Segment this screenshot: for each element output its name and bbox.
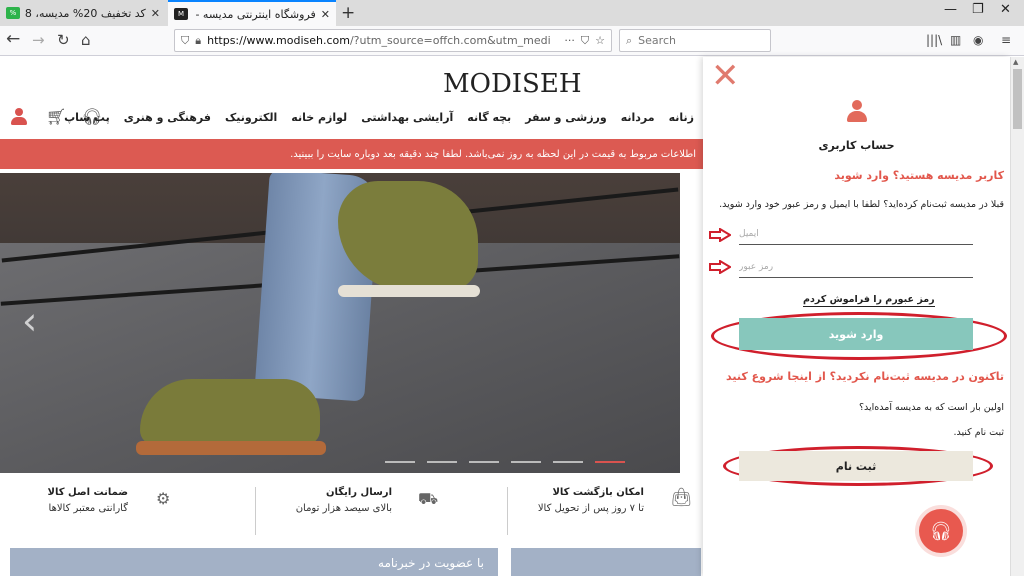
sidebar-icon[interactable]: ▥ xyxy=(950,33,961,47)
hero-shoe-sole xyxy=(338,285,480,297)
headset-icon: 🎧︎ xyxy=(929,520,953,542)
register-button[interactable]: ثبت نام xyxy=(739,451,973,481)
slider-dot[interactable] xyxy=(385,461,415,463)
modiseh-favicon-icon: M xyxy=(174,8,188,20)
register-question: اولین بار است که به مدیسه آمده‌اید؟ xyxy=(858,402,1004,413)
new-tab-button[interactable]: + xyxy=(341,3,355,23)
menu-item[interactable]: الکترونیک xyxy=(225,111,277,124)
truck-icon: ⛟ xyxy=(418,489,439,508)
feature-title: امکان بازگشت کالا xyxy=(552,487,644,498)
login-heading: کاربر مدیسه هستید؟ وارد شوید xyxy=(834,169,1004,182)
tab-title: کد تخفیف 20% مدیسه، 48 ساعت xyxy=(25,6,146,20)
account-icon[interactable]: ◉ xyxy=(973,33,983,47)
pocket-icon[interactable]: ⛉ xyxy=(581,34,589,48)
forward-button[interactable]: → xyxy=(32,31,45,49)
tab-title: فروشگاه اینترنتی مدیسه - لباس، ... xyxy=(193,7,316,21)
search-box[interactable]: ⌕ Search xyxy=(619,29,771,52)
close-icon[interactable]: ✕ xyxy=(711,59,740,93)
forgot-password-link[interactable]: رمز عبورم را فراموش کردم xyxy=(803,294,935,307)
slider-dot-active[interactable] xyxy=(595,461,625,463)
scroll-up-icon[interactable]: ▲ xyxy=(1013,58,1018,66)
address-bar[interactable]: ⛉ 🔒︎ https://www.modiseh.com/?utm_source… xyxy=(174,29,612,52)
red-arrow-annotation-icon xyxy=(709,228,731,242)
register-hint: ثبت نام کنید. xyxy=(953,427,1004,438)
menu-item[interactable]: ورزشی و سفر xyxy=(525,111,607,124)
email-input[interactable] xyxy=(739,223,973,245)
login-description: قبلا در مدیسه ثبت‌نام کرده‌اید؟ لطفا با … xyxy=(719,199,1004,210)
chat-support-button[interactable]: 🎧︎ xyxy=(919,509,963,553)
bag-icon: 👜︎ xyxy=(670,487,693,508)
slider-dots xyxy=(385,461,625,463)
category-menu: زنانه مردانه ورزشی و سفر بچه گانه آرایشی… xyxy=(64,111,694,124)
bookmark-star-icon[interactable]: ☆ xyxy=(595,34,605,47)
divider xyxy=(507,487,508,535)
home-button[interactable]: ⌂ xyxy=(81,31,91,49)
promo-banner[interactable] xyxy=(511,548,701,576)
feature-return: امکان بازگشت کالا تا ۷ روز پس از تحویل ک… xyxy=(538,487,644,514)
close-icon[interactable]: ✕ xyxy=(151,7,160,20)
slider-dot[interactable] xyxy=(427,461,457,463)
price-alert-bar: اطلاعات مربوط به قیمت در این لحظه به روز… xyxy=(0,139,712,169)
feature-title: ضمانت اصل کالا xyxy=(47,487,128,498)
slider-dot[interactable] xyxy=(511,461,541,463)
menu-item[interactable]: فرهنگی و هنری xyxy=(124,111,211,124)
feature-subtitle: تا ۷ روز پس از تحویل کالا xyxy=(537,503,644,514)
newsletter-banner[interactable]: با عضویت در خبرنامه xyxy=(10,548,498,576)
window-close-button[interactable]: ✕ xyxy=(1000,2,1011,17)
hero-slider[interactable]: ‹ xyxy=(0,173,680,473)
features-strip: ضمانت اصل کالا گارانتی معتبر کالاها ⚙︎ ا… xyxy=(0,477,712,545)
back-button[interactable]: ← xyxy=(6,29,20,49)
menu-item[interactable]: زنانه xyxy=(669,111,694,124)
feature-subtitle: گارانتی معتبر کالاها xyxy=(48,503,128,514)
red-arrow-annotation-icon xyxy=(709,260,731,274)
user-icon xyxy=(847,100,867,124)
sale-favicon-icon: % xyxy=(6,7,20,19)
login-panel: ✕ حساب کاربری کاربر مدیسه هستید؟ وارد شو… xyxy=(703,57,1010,576)
menu-item[interactable]: لوازم خانه xyxy=(291,111,347,124)
slider-dot[interactable] xyxy=(553,461,583,463)
hero-shoe-image xyxy=(140,379,320,445)
feature-title: ارسال رایگان xyxy=(326,487,392,498)
hero-shoe-sole xyxy=(136,441,326,455)
library-icon[interactable]: |||\ xyxy=(926,33,942,47)
feature-subtitle: بالای سیصد هزار تومان xyxy=(295,503,392,514)
user-icon[interactable] xyxy=(11,108,27,126)
restore-button[interactable]: ❐ xyxy=(972,2,984,17)
browser-tab-bar: % کد تخفیف 20% مدیسه، 48 ساعت ✕ M فروشگا… xyxy=(0,0,1024,26)
reload-button[interactable]: ↻ xyxy=(57,31,70,49)
search-placeholder: Search xyxy=(638,34,676,47)
more-actions-icon[interactable]: ··· xyxy=(564,34,575,47)
feature-free-shipping: ارسال رایگان بالای سیصد هزار تومان xyxy=(296,487,392,514)
login-button[interactable]: وارد شوید xyxy=(739,318,973,350)
page-scrollbar[interactable]: ▲ xyxy=(1010,57,1024,576)
menu-item[interactable]: پت شاپ xyxy=(64,111,110,124)
lock-icon[interactable]: 🔒︎ xyxy=(195,34,201,48)
minimize-button[interactable]: — xyxy=(944,2,957,17)
banner-text: با عضویت در خبرنامه xyxy=(378,556,484,570)
register-heading: تاکنون در مدیسه ثبت‌نام نکردید؟ از اینجا… xyxy=(726,370,1004,383)
slider-prev-icon[interactable]: ‹ xyxy=(22,299,37,343)
password-input[interactable] xyxy=(739,256,973,278)
url-text[interactable]: https://www.modiseh.com/?utm_source=offc… xyxy=(207,34,558,47)
shield-icon[interactable]: ⛉ xyxy=(181,34,189,48)
ribbon-icon: ⚙︎ xyxy=(156,489,171,508)
slider-dot[interactable] xyxy=(469,461,499,463)
browser-nav-bar: ← → ↻ ⌂ ⛉ 🔒︎ https://www.modiseh.com/?ut… xyxy=(0,26,1024,56)
menu-item[interactable]: مردانه xyxy=(621,111,655,124)
close-icon[interactable]: ✕ xyxy=(321,8,330,21)
feature-guarantee: ضمانت اصل کالا گارانتی معتبر کالاها xyxy=(48,487,128,514)
browser-tab-sale[interactable]: % کد تخفیف 20% مدیسه، 48 ساعت ✕ xyxy=(0,0,166,26)
menu-item[interactable]: آرایشی بهداشتی xyxy=(361,111,453,124)
panel-title: حساب کاربری xyxy=(818,139,895,152)
scrollbar-thumb[interactable] xyxy=(1013,69,1022,129)
search-icon: ⌕ xyxy=(626,33,633,47)
browser-tab-modiseh[interactable]: M فروشگاه اینترنتی مدیسه - لباس، ... ✕ xyxy=(168,0,336,26)
menu-icon[interactable]: ≡ xyxy=(1001,33,1011,47)
divider xyxy=(255,487,256,535)
menu-item[interactable]: بچه گانه xyxy=(467,111,511,124)
site-logo[interactable]: MODISEH xyxy=(443,69,582,99)
